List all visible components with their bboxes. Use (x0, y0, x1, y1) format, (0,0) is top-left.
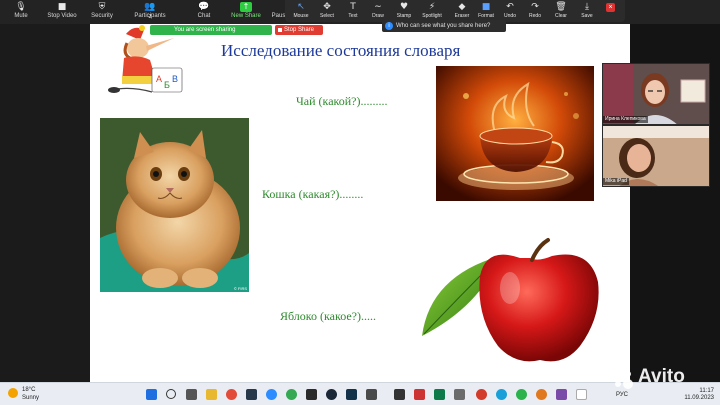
app-icon[interactable] (434, 389, 445, 400)
app-icon[interactable] (556, 389, 567, 400)
annotation-toolbar: ↖ Mouse ✥ Select T Text ∼ Draw ♥ Stamp ⚡… (285, 0, 625, 22)
app-icon[interactable] (576, 389, 587, 400)
cat-photo: © FIRS (100, 118, 249, 292)
participants-button[interactable]: 👥2 Participants (126, 2, 174, 20)
participant-video-tile[interactable]: Mika iPad (602, 125, 710, 187)
app-icon[interactable] (414, 389, 425, 400)
clear-button[interactable]: 🗑 Clear (547, 2, 575, 19)
info-icon: i (385, 22, 393, 30)
redo-icon: ↷ (531, 2, 539, 12)
chat-icon: 💬 (198, 2, 210, 12)
trash-icon: 🗑 (555, 2, 567, 12)
stamp-tool[interactable]: ♥ Stamp (390, 2, 418, 19)
who-can-see-link[interactable]: i Who can see what you share here? (382, 20, 506, 32)
share-screen-icon: ↑ (240, 2, 252, 12)
weather-temperature: 18°C (22, 387, 36, 393)
stop-share-button[interactable]: Stop Share (275, 25, 323, 35)
who-can-see-text: Who can see what you share here? (396, 23, 491, 29)
draw-icon: ∼ (374, 2, 382, 12)
participant-name: Mika iPad (603, 178, 629, 185)
cat-phrase: Кошка (какая?)........ (262, 187, 364, 201)
app-icon[interactable] (306, 389, 317, 400)
save-button[interactable]: ⤓ Save (573, 2, 601, 19)
tea-phrase: Чай (какой?)......... (296, 94, 388, 108)
weather-description: Sunny (22, 395, 40, 401)
browser-icon[interactable] (286, 389, 297, 400)
app-icon[interactable] (394, 389, 405, 400)
security-button[interactable]: ⛨ Security (78, 2, 126, 20)
avito-watermark: Avito (612, 364, 712, 392)
opera-icon[interactable] (476, 389, 487, 400)
zoom-app-icon[interactable] (266, 389, 277, 400)
app-icon[interactable] (516, 389, 527, 400)
participant-video-tile[interactable]: Ирина Клепикова (602, 63, 710, 125)
pinocchio-illustration: A Б В (108, 25, 183, 93)
close-annotation-button[interactable]: × (606, 3, 615, 12)
redo-button[interactable]: ↷ Redo (521, 2, 549, 19)
chrome-icon[interactable] (226, 389, 237, 400)
participants-icon: 👥2 (144, 2, 156, 20)
file-explorer-icon[interactable] (206, 389, 217, 400)
task-view-icon[interactable] (186, 389, 197, 400)
spotlight-icon: ⚡ (428, 2, 436, 12)
cursor-icon: ↖ (297, 2, 305, 12)
slide-title: Исследование состояния словаря (221, 41, 461, 60)
tea-cup-photo (436, 66, 594, 201)
avito-text: Avito (638, 366, 685, 387)
cat-photo-credit: © FIRS (233, 286, 247, 291)
start-windows-icon[interactable] (146, 389, 157, 400)
chat-button[interactable]: 💬 Chat (180, 2, 228, 20)
text-icon: T (350, 2, 356, 12)
shared-slide: Исследование состояния словаря A Б В Чай… (90, 24, 630, 382)
undo-button[interactable]: ↶ Undo (496, 2, 524, 19)
text-tool[interactable]: T Text (339, 2, 367, 19)
clock-date: 11.09.2023 (684, 395, 714, 401)
sun-icon (8, 388, 18, 398)
mouse-tool[interactable]: ↖ Mouse (287, 2, 315, 19)
edge-icon[interactable] (496, 389, 507, 400)
microphone-icon: 🎙 (15, 2, 27, 12)
svg-text:A: A (156, 74, 162, 84)
app-icon[interactable] (246, 389, 257, 400)
svg-text:В: В (172, 74, 178, 84)
participant-name: Ирина Клепикова (603, 116, 648, 123)
stamp-icon: ♥ (399, 2, 409, 12)
weather-widget[interactable]: 18°C Sunny (8, 386, 39, 402)
save-icon: ⤓ (585, 2, 589, 12)
undo-icon: ↶ (506, 2, 514, 12)
apple-phrase: Яблоко (какое?)..... (280, 309, 377, 323)
new-share-button[interactable]: ↑ New Share (222, 2, 270, 20)
shield-icon: ⛨ (98, 2, 106, 12)
steam-icon[interactable] (326, 389, 337, 400)
svg-text:Б: Б (164, 80, 170, 90)
video-camera-icon: ■ (57, 2, 67, 12)
search-icon[interactable] (166, 389, 176, 399)
select-tool[interactable]: ✥ Select (313, 2, 341, 19)
draw-tool[interactable]: ∼ Draw (364, 2, 392, 19)
screen-sharing-banner[interactable]: You are screen sharing (150, 25, 272, 35)
spotlight-tool[interactable]: ⚡ Spotlight (418, 2, 446, 19)
app-icon[interactable] (536, 389, 547, 400)
select-icon: ✥ (323, 2, 331, 12)
red-apple-illustration (422, 238, 599, 362)
app-icon[interactable] (454, 389, 465, 400)
language-indicator[interactable]: РУС (616, 392, 628, 399)
close-icon: × (608, 4, 613, 11)
app-icon[interactable] (366, 389, 377, 400)
avito-logo-icon (614, 370, 633, 389)
steam-icon[interactable] (346, 389, 357, 400)
